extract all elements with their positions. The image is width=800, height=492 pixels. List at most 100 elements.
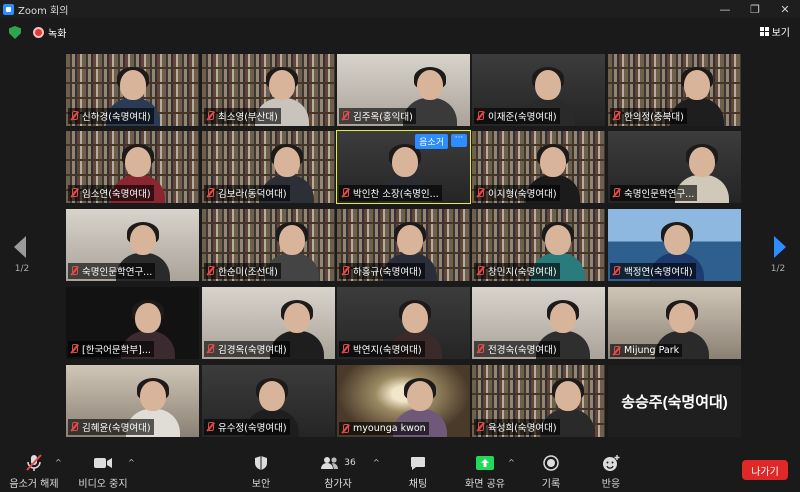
- participant-tile[interactable]: 송승주(숙명여대): [608, 365, 741, 437]
- muted-mic-icon: [26, 454, 42, 471]
- muted-mic-icon: [341, 188, 350, 198]
- record-button[interactable]: 기록: [521, 454, 581, 490]
- participant-tile[interactable]: 신하경(숙명여대): [66, 54, 199, 126]
- participant-name: myounga kwon: [353, 423, 426, 434]
- mute-participant-button[interactable]: 음소거: [415, 134, 448, 149]
- reactions-button[interactable]: 반응: [581, 454, 641, 490]
- participant-tile[interactable]: 백정연(숙명여대): [608, 209, 741, 281]
- participant-tile[interactable]: 임소연(숙명여대): [66, 131, 199, 203]
- participant-name-label: Mijung Park: [610, 344, 683, 357]
- participant-name-label: 한순미(조선대): [204, 263, 281, 279]
- muted-mic-icon: [341, 423, 350, 434]
- recording-indicator[interactable]: 녹화: [33, 25, 66, 40]
- participant-tile[interactable]: 창민지(숙명여대): [472, 209, 605, 281]
- previous-page-arrow-icon[interactable]: [14, 236, 26, 258]
- participant-name: 이재준(숙명여대): [488, 112, 557, 123]
- participant-name: 육성희(숙명여대): [488, 423, 557, 434]
- participant-tile[interactable]: 김주옥(홍익대): [337, 54, 470, 126]
- chat-bubble-icon: [411, 456, 425, 470]
- muted-mic-icon: [476, 111, 485, 121]
- audio-options-caret-icon[interactable]: ^: [55, 458, 62, 467]
- participant-tile[interactable]: 전경숙(숙명여대): [472, 287, 605, 359]
- muted-mic-icon: [476, 422, 485, 432]
- minimize-button[interactable]: —: [710, 0, 740, 18]
- video-options-caret-icon[interactable]: ^: [128, 458, 135, 467]
- muted-mic-icon: [612, 111, 621, 121]
- chat-label: 채팅: [408, 479, 428, 490]
- participants-options-caret-icon[interactable]: ^: [373, 458, 380, 467]
- participant-tile[interactable]: 이재준(숙명여대): [472, 54, 605, 126]
- security-label: 보안: [251, 479, 271, 490]
- muted-mic-icon: [476, 188, 485, 198]
- muted-mic-icon: [206, 422, 215, 432]
- participant-tile[interactable]: 최소영(부산대): [202, 54, 335, 126]
- more-options-button[interactable]: ···: [451, 134, 467, 147]
- participant-name-label: 박인찬 소장(숙명인...: [339, 185, 442, 201]
- participant-tile[interactable]: 육성희(숙명여대): [472, 365, 605, 437]
- stop-video-button[interactable]: 비디오 중지: [73, 454, 133, 490]
- muted-mic-icon: [341, 111, 350, 121]
- window-title: Zoom 회의: [18, 5, 69, 17]
- participant-name-display: 송승주(숙명여대): [621, 393, 728, 411]
- participant-name: 김주옥(홍익대): [353, 112, 413, 123]
- window-titlebar: Zoom 회의 — ❐ ✕: [0, 0, 800, 18]
- muted-mic-icon: [206, 111, 215, 121]
- leave-meeting-button[interactable]: 나가기: [742, 460, 788, 480]
- participant-tile[interactable]: 숙명인문학연구...: [66, 209, 199, 281]
- participant-tile[interactable]: [한국어문학부]...: [66, 287, 199, 359]
- muted-mic-icon: [70, 344, 79, 354]
- participant-tile[interactable]: Mijung Park: [608, 287, 741, 359]
- participant-tile[interactable]: 박인찬 소장(숙명인... 음소거 ···: [336, 130, 471, 204]
- encryption-shield-icon[interactable]: [9, 26, 21, 39]
- next-page-arrow-icon[interactable]: [774, 236, 786, 258]
- participant-tile[interactable]: myounga kwon: [337, 365, 470, 437]
- share-options-caret-icon[interactable]: ^: [508, 458, 515, 467]
- muted-mic-icon: [70, 422, 79, 432]
- muted-mic-icon: [612, 188, 621, 198]
- view-button[interactable]: 보기: [759, 24, 790, 39]
- participant-tile[interactable]: 숙명인문학연구...: [608, 131, 741, 203]
- meeting-topbar: 녹화 보기: [0, 18, 800, 44]
- participant-name-label: 임소연(숙명여대): [68, 185, 154, 201]
- muted-mic-icon: [206, 344, 215, 354]
- maximize-button[interactable]: ❐: [740, 0, 770, 18]
- chat-button[interactable]: 채팅: [388, 454, 448, 490]
- share-screen-icon: [476, 456, 494, 470]
- close-button[interactable]: ✕: [770, 0, 800, 18]
- participant-name: 숙명인문학연구...: [624, 189, 695, 200]
- participant-name-label: 김경옥(숙명여대): [204, 341, 290, 357]
- participant-tile[interactable]: 이지형(숙명여대): [472, 131, 605, 203]
- participant-name-label: 숙명인문학연구...: [68, 263, 156, 279]
- share-screen-button[interactable]: 화면 공유: [455, 454, 515, 490]
- participant-name: 숙명인문학연구...: [82, 267, 153, 278]
- recording-label: 녹화: [48, 29, 67, 40]
- record-icon: [543, 455, 559, 471]
- participant-tile[interactable]: 김보라(동덕여대): [202, 131, 335, 203]
- participant-tile[interactable]: 하홍규(숙명여대): [337, 209, 470, 281]
- participant-name-label: myounga kwon: [339, 422, 429, 435]
- view-label: 보기: [771, 28, 790, 39]
- share-screen-label: 화면 공유: [465, 479, 505, 490]
- security-shield-icon: [255, 456, 267, 470]
- page-indicator-left: 1/2: [14, 264, 30, 274]
- participant-name: [한국어문학부]...: [82, 345, 151, 356]
- participant-tile[interactable]: 김혜윤(숙명여대): [66, 365, 199, 437]
- participant-name-label: 박연지(숙명여대): [339, 341, 425, 357]
- participant-tile[interactable]: 김경옥(숙명여대): [202, 287, 335, 359]
- participant-tile[interactable]: 박연지(숙명여대): [337, 287, 470, 359]
- participant-tile[interactable]: 한의정(충북대): [608, 54, 741, 126]
- muted-mic-icon: [70, 266, 79, 276]
- participant-name: 김경옥(숙명여대): [218, 345, 287, 356]
- participant-name: 임소연(숙명여대): [82, 189, 151, 200]
- muted-mic-icon: [341, 266, 350, 276]
- reactions-emoji-icon: [603, 454, 620, 471]
- video-camera-icon: [94, 458, 112, 468]
- security-button[interactable]: 보안: [231, 454, 291, 490]
- muted-mic-icon: [612, 345, 621, 356]
- participants-button[interactable]: 36 참가자: [308, 454, 368, 490]
- participant-name-label: 최소영(부산대): [204, 108, 281, 124]
- participant-tile[interactable]: 한순미(조선대): [202, 209, 335, 281]
- muted-mic-icon: [341, 344, 350, 354]
- participant-tile[interactable]: 유수정(숙명여대): [202, 365, 335, 437]
- participant-name: 김보라(동덕여대): [218, 189, 287, 200]
